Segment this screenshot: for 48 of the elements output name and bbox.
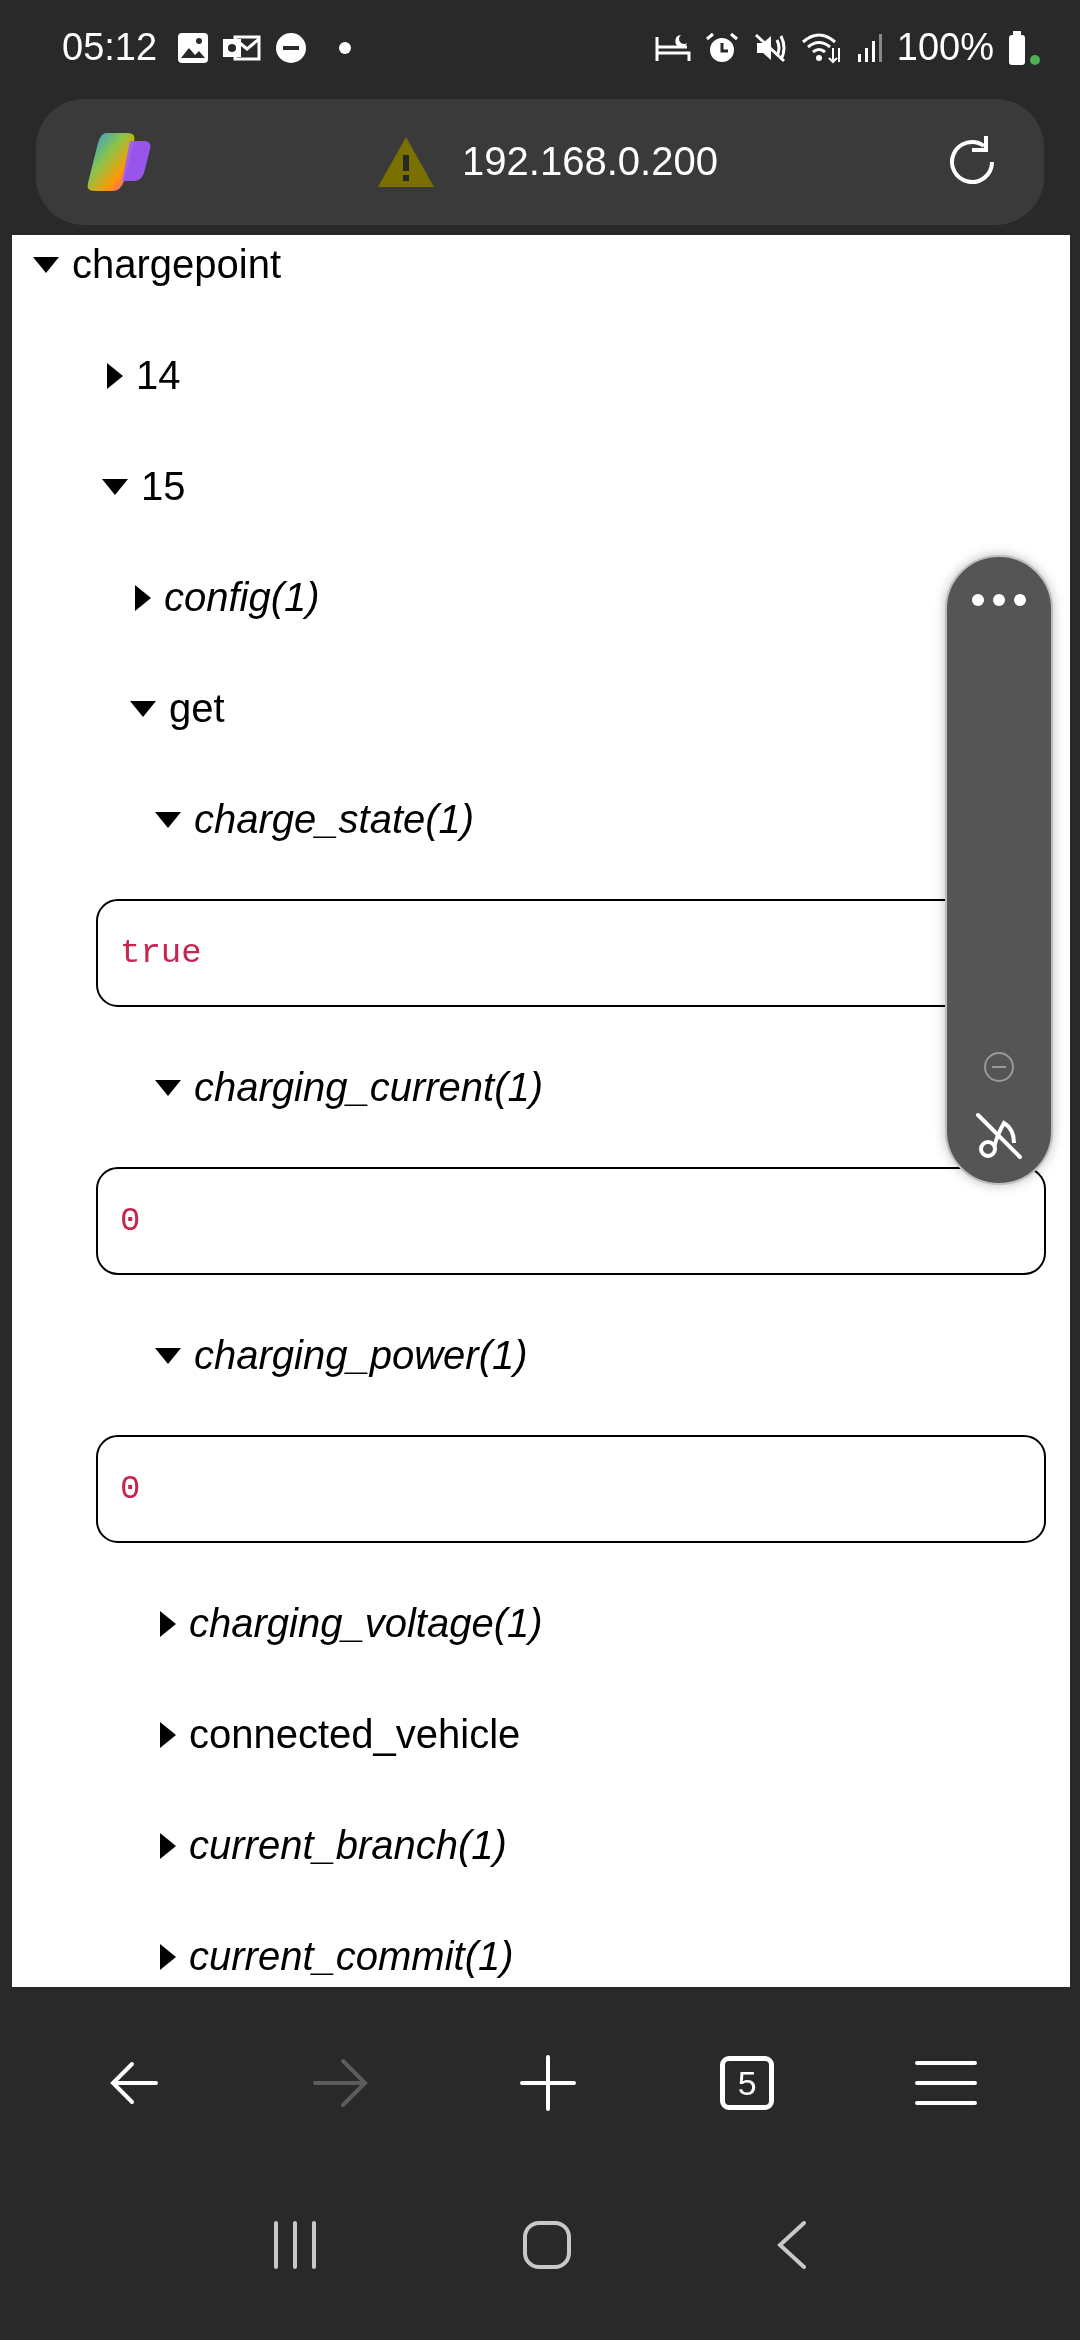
battery-percentage: 100% xyxy=(896,26,994,70)
image-icon xyxy=(177,31,210,64)
bed-icon xyxy=(654,32,691,63)
tree-node-label[interactable]: charging_current(1) xyxy=(194,1065,544,1111)
address-url[interactable]: 192.168.0.200 xyxy=(462,139,718,185)
caret-down-icon[interactable] xyxy=(155,1347,181,1364)
value-field[interactable]: 0 xyxy=(96,1434,1046,1543)
tree-node-label[interactable]: chargepoint xyxy=(72,242,282,288)
caret-down-icon[interactable] xyxy=(155,811,181,828)
do-not-disturb-icon xyxy=(275,31,308,64)
tree-node-label[interactable]: charging_voltage(1) xyxy=(189,1601,543,1647)
wifi-icon xyxy=(800,31,843,64)
signal-icon xyxy=(856,31,883,64)
recent-apps-icon[interactable] xyxy=(273,2220,317,2269)
minus-circle-icon[interactable] xyxy=(983,1051,1015,1083)
pin-off-icon[interactable] xyxy=(974,1111,1024,1161)
home-icon[interactable] xyxy=(523,2220,571,2269)
caret-down-icon[interactable] xyxy=(130,700,156,717)
value-field[interactable]: 0 xyxy=(96,1166,1046,1275)
caret-right-icon[interactable] xyxy=(107,362,123,389)
tree-node-label[interactable]: connected_vehicle xyxy=(189,1712,521,1758)
tree-node-label[interactable]: get xyxy=(169,686,225,732)
caret-right-icon[interactable] xyxy=(160,1943,176,1970)
back-icon[interactable] xyxy=(777,2220,807,2269)
caret-down-icon[interactable] xyxy=(33,256,59,273)
tree-node-label[interactable]: 15 xyxy=(141,464,186,510)
tree-node-label[interactable]: charge_state(1) xyxy=(194,797,475,843)
caret-right-icon[interactable] xyxy=(135,584,151,611)
tree-node-label[interactable]: 14 xyxy=(136,353,181,399)
caret-down-icon[interactable] xyxy=(102,478,128,495)
caret-right-icon[interactable] xyxy=(160,1721,176,1748)
tree-node-label[interactable]: current_commit(1) xyxy=(189,1934,514,1980)
mute-icon xyxy=(752,31,787,64)
status-time: 05:12 xyxy=(62,26,158,70)
floating-menu[interactable] xyxy=(945,555,1053,1185)
more-icon[interactable] xyxy=(971,593,1027,607)
caret-down-icon[interactable] xyxy=(155,1079,181,1096)
dot-icon xyxy=(339,41,352,54)
battery-icon xyxy=(1008,30,1040,65)
tree-node-label[interactable]: config(1) xyxy=(164,575,320,621)
alarm-icon xyxy=(704,31,739,64)
caret-right-icon[interactable] xyxy=(160,1832,176,1859)
tree-node-label[interactable]: charging_power(1) xyxy=(194,1333,528,1379)
caret-right-icon[interactable] xyxy=(160,1610,176,1637)
warning-icon[interactable] xyxy=(378,136,435,187)
tree-node-label[interactable]: current_branch(1) xyxy=(189,1823,507,1869)
copilot-logo-icon[interactable] xyxy=(86,130,152,193)
tab-count-button[interactable]: 5 xyxy=(720,2056,775,2111)
